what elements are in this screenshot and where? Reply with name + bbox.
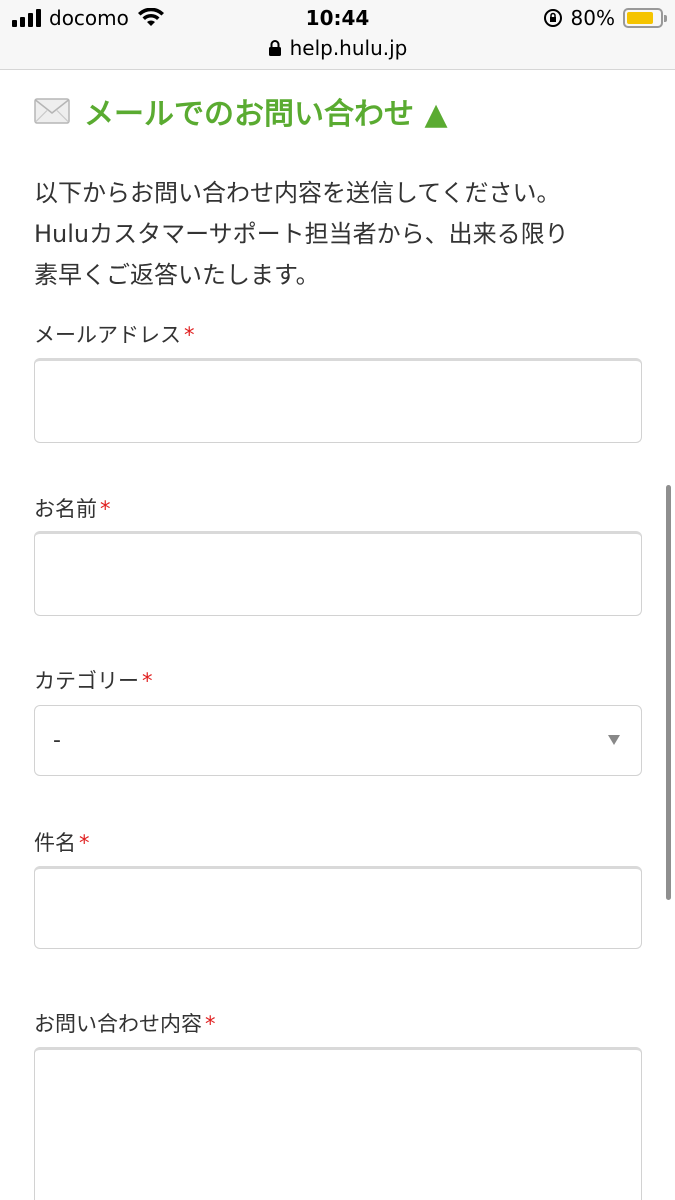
battery-fill bbox=[627, 12, 653, 24]
chevron-down-icon bbox=[608, 735, 620, 745]
required-mark: * bbox=[79, 831, 90, 855]
required-mark: * bbox=[184, 323, 195, 347]
category-label-text: カテゴリー bbox=[34, 669, 139, 693]
name-label: お名前 * bbox=[34, 493, 111, 523]
url-text[interactable]: help.hulu.jp bbox=[290, 36, 408, 60]
lock-icon bbox=[268, 40, 281, 56]
name-field[interactable] bbox=[34, 531, 642, 616]
section-header[interactable]: メールでのお問い合わせ ▲ bbox=[34, 89, 448, 133]
message-textarea[interactable] bbox=[34, 1047, 642, 1200]
message-label: お問い合わせ内容 * bbox=[34, 1008, 216, 1038]
section-title[interactable]: メールでのお問い合わせ ▲ bbox=[84, 89, 448, 133]
mail-icon bbox=[34, 98, 70, 124]
required-mark: * bbox=[142, 669, 153, 693]
browser-status-bar: docomo 10:44 80% help.hulu.jp bbox=[0, 0, 675, 70]
intro-line: 素早くご返答いたします。 bbox=[34, 261, 320, 289]
email-label: メールアドレス * bbox=[34, 319, 195, 349]
category-selected-value: - bbox=[53, 728, 61, 753]
page-content: メールでのお問い合わせ ▲ 以下からお問い合わせ内容を送信してください。 Hul… bbox=[0, 71, 675, 1200]
email-label-text: メールアドレス bbox=[34, 323, 181, 347]
intro-line: 以下からお問い合わせ内容を送信してください。 bbox=[34, 179, 561, 207]
page-scrollbar[interactable] bbox=[666, 485, 671, 900]
subject-label: 件名 * bbox=[34, 827, 90, 857]
address-bar[interactable]: help.hulu.jp bbox=[0, 36, 675, 60]
subject-field[interactable] bbox=[34, 866, 642, 949]
required-mark: * bbox=[100, 497, 111, 521]
required-mark: * bbox=[205, 1012, 216, 1036]
status-right-group: 80% bbox=[543, 6, 667, 30]
category-select[interactable]: - bbox=[34, 705, 642, 776]
intro-line: Huluカスタマーサポート担当者から、出来る限り bbox=[34, 220, 569, 248]
name-label-text: お名前 bbox=[34, 497, 97, 521]
intro-text: 以下からお問い合わせ内容を送信してください。 Huluカスタマーサポート担当者か… bbox=[34, 173, 644, 296]
category-label: カテゴリー * bbox=[34, 665, 153, 695]
message-label-text: お問い合わせ内容 bbox=[34, 1012, 202, 1036]
rotation-lock-icon bbox=[543, 9, 562, 27]
battery-icon bbox=[623, 8, 667, 28]
subject-label-text: 件名 bbox=[34, 831, 76, 855]
email-field[interactable] bbox=[34, 358, 642, 443]
battery-percent: 80% bbox=[570, 6, 615, 30]
